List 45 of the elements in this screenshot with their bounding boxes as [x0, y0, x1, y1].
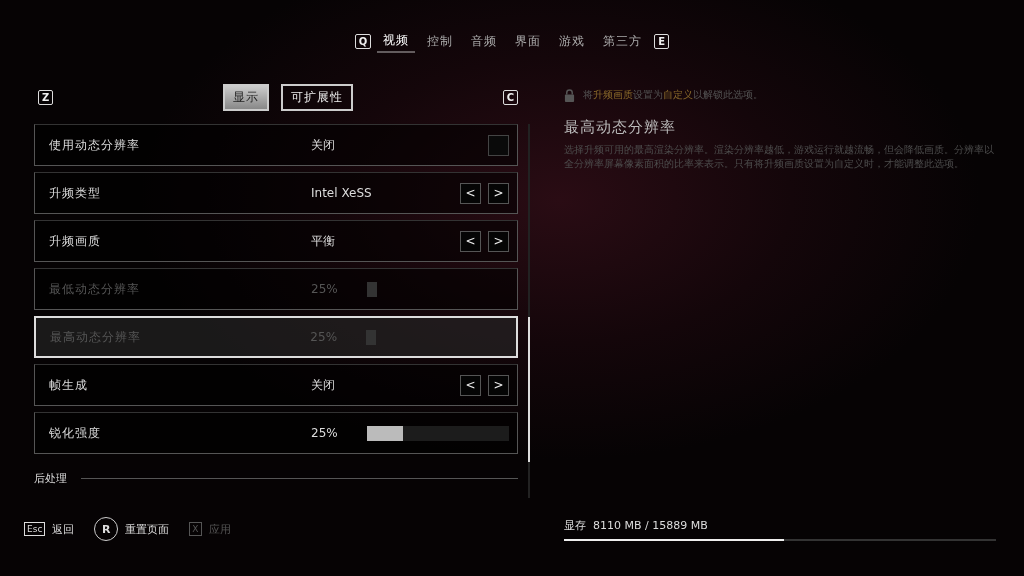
- next-button[interactable]: >: [488, 374, 509, 396]
- key-hint: C: [502, 89, 518, 105]
- slider-track[interactable]: [367, 425, 509, 441]
- setting-label: 升频类型: [49, 184, 102, 202]
- next-button[interactable]: >: [488, 182, 509, 204]
- setting-row[interactable]: 使用动态分辨率 关闭: [34, 124, 518, 166]
- key-hint: Q: [354, 33, 372, 49]
- menu-tab[interactable]: 控制: [421, 30, 460, 52]
- lock-hint: 将升频画质设置为自定义以解锁此选项。: [583, 88, 763, 102]
- previous-button[interactable]: <: [460, 182, 481, 204]
- footer-action[interactable]: R 重置页面: [94, 517, 170, 541]
- setting-value: 关闭: [311, 136, 336, 154]
- setting-label: 使用动态分辨率: [49, 136, 141, 154]
- menu-tab[interactable]: 视频: [377, 29, 416, 53]
- menu-tab[interactable]: 音频: [465, 30, 504, 52]
- setting-value: 关闭: [311, 376, 336, 394]
- lock-icon: [564, 88, 575, 102]
- sub-tab[interactable]: 可扩展性: [280, 83, 353, 111]
- vram-reading: 显存 8110 MB / 15889 MB: [564, 517, 709, 533]
- setting-value: 25%: [311, 282, 339, 296]
- setting-value: 25%: [311, 426, 339, 440]
- setting-row[interactable]: 升频画质 平衡 < >: [34, 220, 518, 262]
- setting-value: 25%: [310, 330, 339, 344]
- checkbox[interactable]: [488, 134, 509, 156]
- setting-label: 最低动态分辨率: [49, 280, 141, 298]
- setting-label: 锐化强度: [49, 424, 102, 442]
- setting-row[interactable]: 升频类型 Intel XeSS < >: [34, 172, 518, 214]
- sub-tab[interactable]: 显示: [222, 83, 269, 111]
- menu-tab[interactable]: 第三方: [597, 30, 649, 52]
- previous-button[interactable]: <: [460, 230, 481, 252]
- scrollbar[interactable]: [528, 124, 530, 498]
- setting-label: 升频画质: [49, 232, 102, 250]
- setting-value: 平衡: [311, 232, 336, 250]
- key-hint: E: [654, 33, 670, 49]
- footer-action[interactable]: Esc 返回: [24, 521, 75, 537]
- key-hint: Z: [38, 89, 54, 105]
- menu-tab[interactable]: 游戏: [553, 30, 592, 52]
- setting-label: 帧生成: [49, 376, 89, 394]
- setting-row[interactable]: 锐化强度 25%: [34, 412, 518, 454]
- next-button[interactable]: >: [488, 230, 509, 252]
- setting-row[interactable]: 帧生成 关闭 < >: [34, 364, 518, 406]
- section-heading: 后处理: [34, 470, 67, 486]
- previous-button[interactable]: <: [460, 374, 481, 396]
- menu-tab[interactable]: 界面: [509, 30, 548, 52]
- info-title: 最高动态分辨率: [564, 118, 677, 137]
